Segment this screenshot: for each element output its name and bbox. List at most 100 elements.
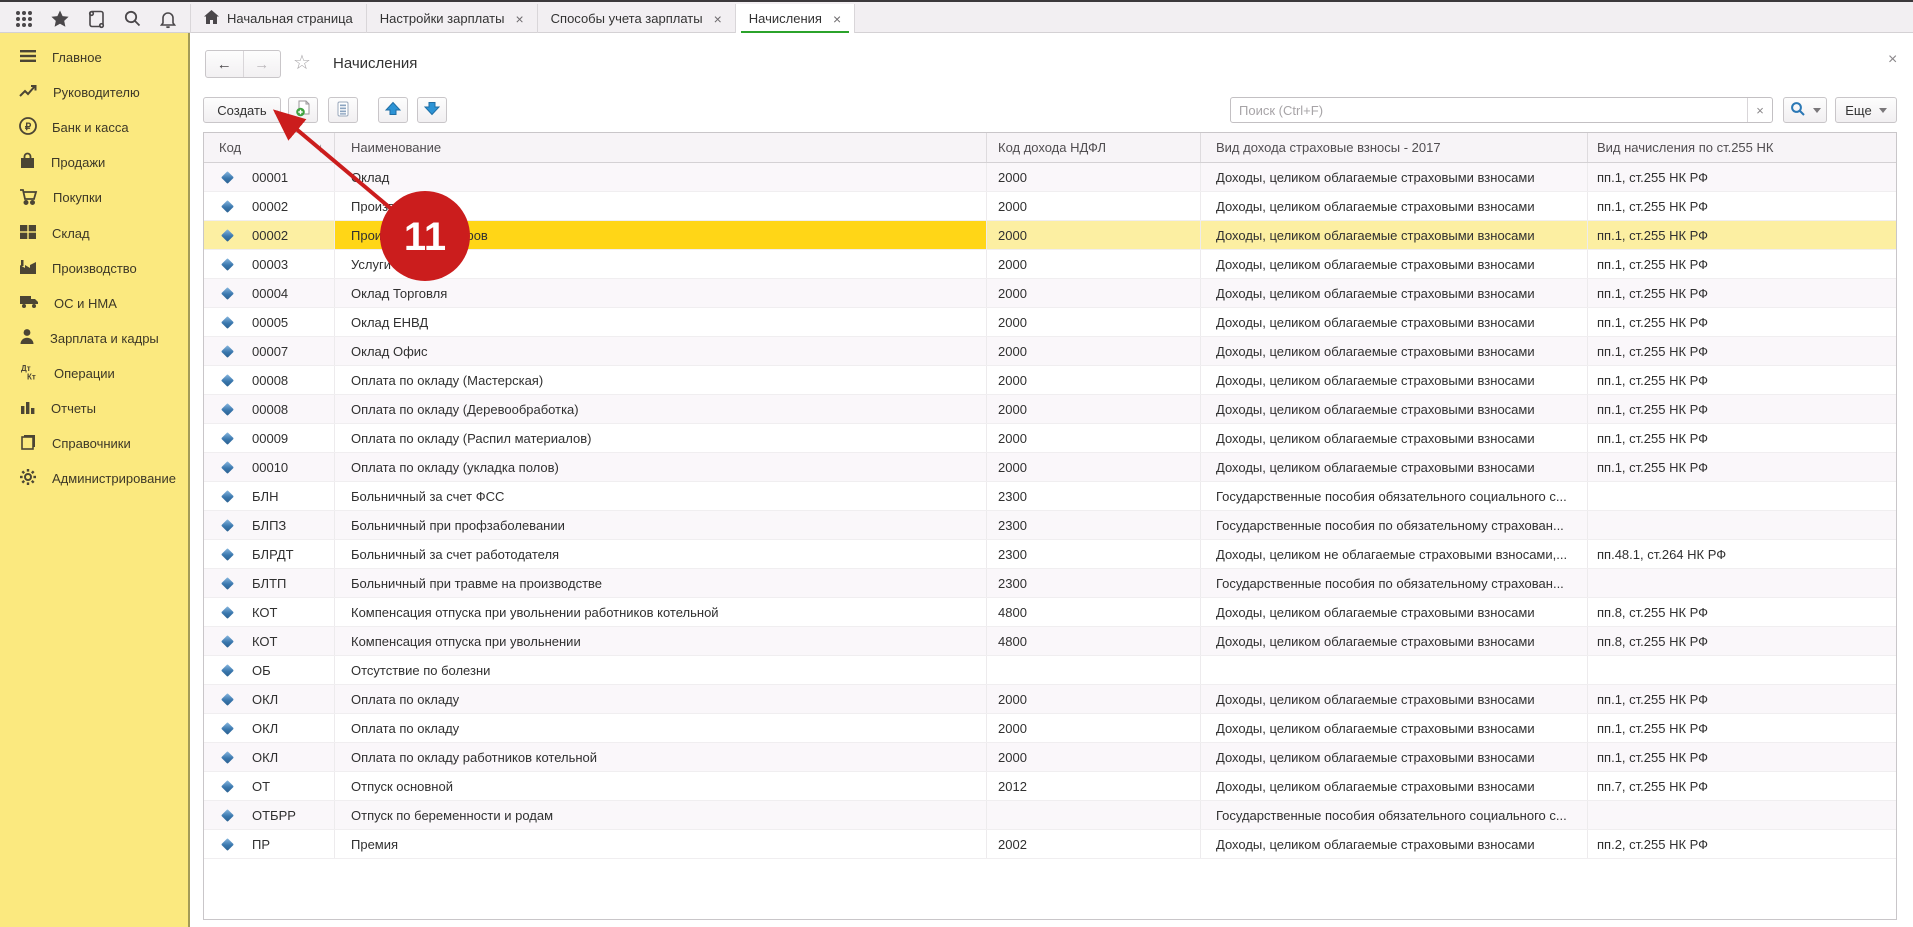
tab-salary-settings[interactable]: Настройки зарплаты × xyxy=(367,4,538,33)
sidebar-item-label: Покупки xyxy=(53,190,102,205)
table-row[interactable]: ОТОтпуск основной2012Доходы, целиком обл… xyxy=(204,772,1896,801)
home-icon xyxy=(204,10,219,27)
article-255-cell: пп.1, ст.255 НК РФ xyxy=(1588,192,1897,220)
table-row[interactable]: 00007Оклад Офис2000Доходы, целиком облаг… xyxy=(204,337,1896,366)
table-row[interactable]: БЛНБольничный за счет ФСС2300Государстве… xyxy=(204,482,1896,511)
table-row[interactable]: 00001Оклад2000Доходы, целиком облагаемые… xyxy=(204,163,1896,192)
search-button[interactable] xyxy=(1783,97,1827,123)
arrow-down-icon xyxy=(424,101,440,119)
list-view-button[interactable] xyxy=(328,97,358,123)
sidebar-item-операции[interactable]: ДтКтОперации xyxy=(0,356,188,391)
column-header-code[interactable]: Код ↓ xyxy=(204,133,335,162)
global-search-icon[interactable] xyxy=(122,9,142,29)
column-header-ndfl-code[interactable]: Код дохода НДФЛ xyxy=(987,133,1201,162)
sidebar-item-руководителю[interactable]: Руководителю xyxy=(0,75,188,110)
insurance-type-cell: Доходы, целиком облагаемые страховыми вз… xyxy=(1201,598,1588,626)
table-row[interactable]: 00009Оплата по окладу (Распил материалов… xyxy=(204,424,1896,453)
more-button[interactable]: Еще xyxy=(1835,97,1897,123)
sidebar-item-главное[interactable]: Главное xyxy=(0,40,188,75)
table-row[interactable]: 00005Оклад ЕНВД2000Доходы, целиком облаг… xyxy=(204,308,1896,337)
table-row[interactable]: ПРПремия2002Доходы, целиком облагаемые с… xyxy=(204,830,1896,859)
table-row[interactable]: 00008Оплата по окладу (Деревообработка)2… xyxy=(204,395,1896,424)
row-type-cell xyxy=(204,656,246,684)
bag-icon xyxy=(19,152,36,173)
accrual-diamond-icon xyxy=(221,519,234,532)
move-up-button[interactable] xyxy=(378,97,408,123)
tab-label: Способы учета зарплаты xyxy=(551,11,703,26)
tab-salary-accounting-methods[interactable]: Способы учета зарплаты × xyxy=(538,4,736,33)
favorites-star-icon[interactable] xyxy=(50,9,70,29)
sidebar-item-банк-и-касса[interactable]: ₽Банк и касса xyxy=(0,110,188,145)
sidebar-item-отчеты[interactable]: Отчеты xyxy=(0,391,188,426)
sidebar-item-справочники[interactable]: Справочники xyxy=(0,426,188,461)
sidebar-item-ос-и-нма[interactable]: ОС и НМА xyxy=(0,286,188,321)
history-scroll-icon[interactable] xyxy=(86,9,106,29)
code-cell: ОКЛ xyxy=(246,685,335,713)
table-row[interactable]: ОТБРРОтпуск по беременности и родамГосуд… xyxy=(204,801,1896,830)
article-255-cell: пп.48.1, ст.264 НК РФ xyxy=(1588,540,1897,568)
sidebar-item-производство[interactable]: Производство xyxy=(0,251,188,286)
search-input[interactable] xyxy=(1231,98,1747,122)
table-row[interactable]: ОБОтсутствие по болезни xyxy=(204,656,1896,685)
back-button[interactable]: ← xyxy=(206,51,244,77)
apps-grid-icon[interactable] xyxy=(14,9,34,29)
name-cell: Оплата по окладу (укладка полов) xyxy=(335,453,987,481)
article-255-cell: пп.1, ст.255 НК РФ xyxy=(1588,337,1897,365)
code-cell: 00007 xyxy=(246,337,335,365)
code-cell: 00003 xyxy=(246,250,335,278)
ndfl-code-cell: 2000 xyxy=(987,424,1201,452)
article-255-cell: пп.7, ст.255 НК РФ xyxy=(1588,772,1897,800)
create-group-button[interactable] xyxy=(288,97,318,123)
tab-home[interactable]: Начальная страница xyxy=(190,4,367,33)
tab-close-icon[interactable]: × xyxy=(833,12,841,26)
table-row[interactable]: ОКЛОплата по окладу работников котельной… xyxy=(204,743,1896,772)
tab-close-icon[interactable]: × xyxy=(714,12,722,26)
sidebar-item-администрирование[interactable]: Администрирование xyxy=(0,461,188,496)
table-row[interactable]: КОТКомпенсация отпуска при увольнении ра… xyxy=(204,598,1896,627)
sidebar-item-зарплата-и-кадры[interactable]: Зарплата и кадры xyxy=(0,321,188,356)
sidebar-item-склад[interactable]: Склад xyxy=(0,215,188,250)
code-cell: ОКЛ xyxy=(246,743,335,771)
name-cell: Больничный при травме на производстве xyxy=(335,569,987,597)
gear-icon xyxy=(19,468,37,489)
ndfl-code-cell: 2002 xyxy=(987,830,1201,858)
table-row[interactable]: 00002Производство2000Доходы, целиком обл… xyxy=(204,192,1896,221)
accrual-diamond-icon xyxy=(221,722,234,735)
create-button[interactable]: Создать xyxy=(203,97,281,123)
form-close-icon[interactable]: × xyxy=(1888,51,1897,69)
row-type-cell xyxy=(204,743,246,771)
code-cell: 00008 xyxy=(246,366,335,394)
table-row[interactable]: КОТКомпенсация отпуска при увольнении480… xyxy=(204,627,1896,656)
name-cell: Производство шкафов xyxy=(335,221,987,249)
name-cell: Оплата по окладу (Деревообработка) xyxy=(335,395,987,423)
table-row[interactable]: БЛРДТБольничный за счет работодателя2300… xyxy=(204,540,1896,569)
column-header-article-255[interactable]: Вид начисления по ст.255 НК xyxy=(1588,133,1897,162)
table-row[interactable]: БЛТПБольничный при травме на производств… xyxy=(204,569,1896,598)
row-type-cell xyxy=(204,830,246,858)
table-row[interactable]: ОКЛОплата по окладу2000Доходы, целиком о… xyxy=(204,714,1896,743)
column-header-insurance-income-type[interactable]: Вид дохода страховые взносы - 2017 xyxy=(1201,133,1588,162)
move-down-button[interactable] xyxy=(417,97,447,123)
name-cell: Отсутствие по болезни xyxy=(335,656,987,684)
table-row[interactable]: 00010Оплата по окладу (укладка полов)200… xyxy=(204,453,1896,482)
table-row[interactable]: 00002Производство шкафов2000Доходы, цели… xyxy=(204,221,1896,250)
column-header-name[interactable]: Наименование xyxy=(335,133,987,162)
table-row[interactable]: 00008Оплата по окладу (Мастерская)2000До… xyxy=(204,366,1896,395)
table-row[interactable]: 00003Услуги котельной2000Доходы, целиком… xyxy=(204,250,1896,279)
tab-accruals[interactable]: Начисления × xyxy=(736,4,855,33)
search-clear-icon[interactable]: × xyxy=(1747,98,1772,122)
sidebar-item-продажи[interactable]: Продажи xyxy=(0,145,188,180)
notifications-bell-icon[interactable] xyxy=(158,9,178,29)
table-row[interactable]: БЛПЗБольничный при профзаболевании2300Го… xyxy=(204,511,1896,540)
ndfl-code-cell: 2000 xyxy=(987,308,1201,336)
insurance-type-cell xyxy=(1201,656,1588,684)
article-255-cell: пп.1, ст.255 НК РФ xyxy=(1588,163,1897,191)
forward-button[interactable]: → xyxy=(244,51,281,77)
article-255-cell: пп.1, ст.255 НК РФ xyxy=(1588,453,1897,481)
table-row[interactable]: 00004Оклад Торговля2000Доходы, целиком о… xyxy=(204,279,1896,308)
article-255-cell xyxy=(1588,656,1897,684)
tab-close-icon[interactable]: × xyxy=(515,12,523,26)
favorite-star-icon[interactable]: ☆ xyxy=(293,50,311,75)
table-row[interactable]: ОКЛОплата по окладу2000Доходы, целиком о… xyxy=(204,685,1896,714)
sidebar-item-покупки[interactable]: Покупки xyxy=(0,180,188,215)
